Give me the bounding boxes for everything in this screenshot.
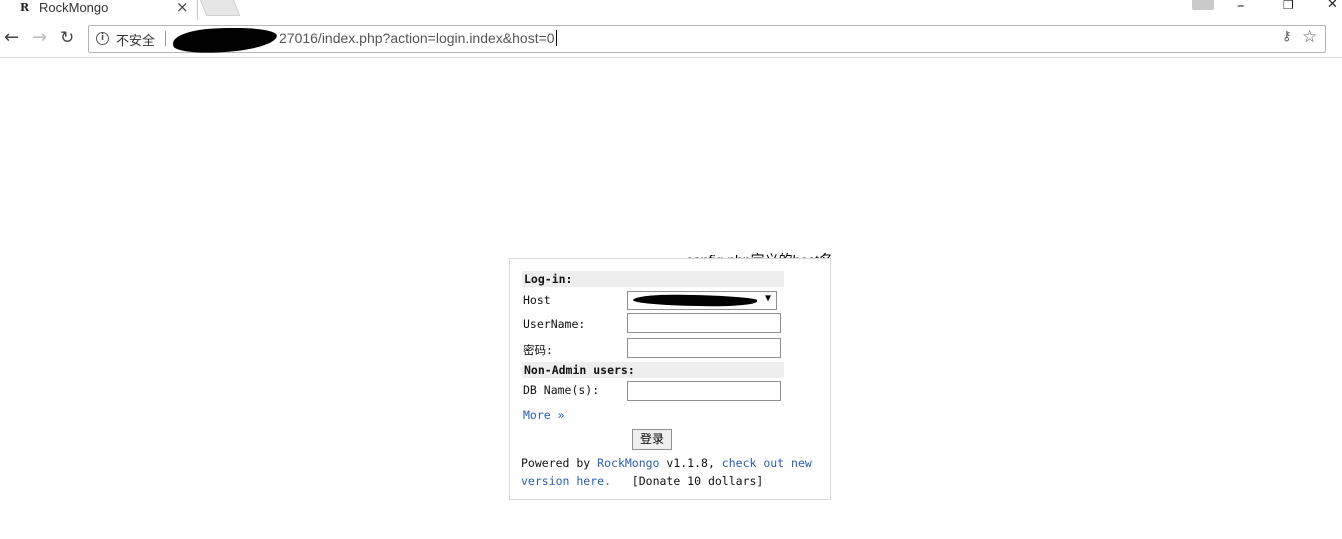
donate-link[interactable]: [Donate 10 dollars] xyxy=(632,474,764,488)
minimize-icon[interactable]: – xyxy=(1237,0,1245,14)
back-arrow-icon[interactable]: ← xyxy=(4,28,19,48)
address-bar[interactable]: i 不安全 27016/index.php?action=login.index… xyxy=(88,25,1326,55)
login-footer: Powered by RockMongo v1.1.8, check out n… xyxy=(521,454,821,490)
new-tab-button[interactable] xyxy=(197,0,241,16)
nonadmin-section-header: Non-Admin users: xyxy=(522,362,784,378)
version-text: v1.1.8, xyxy=(659,456,722,470)
dbname-input[interactable] xyxy=(627,381,781,401)
forward-arrow-icon[interactable]: → xyxy=(32,28,47,48)
tab-favicon: R xyxy=(20,1,30,14)
dropdown-arrow-icon: ▼ xyxy=(764,293,771,304)
url-path: 27016/index.php?action=login.index&host=… xyxy=(279,30,555,46)
password-input[interactable] xyxy=(627,338,781,358)
info-icon[interactable]: i xyxy=(96,32,109,45)
username-input[interactable] xyxy=(627,313,781,333)
tab-title: RockMongo xyxy=(39,0,109,15)
host-select[interactable]: ▼ xyxy=(627,291,777,310)
redacted-host xyxy=(172,25,278,55)
security-label[interactable]: 不安全 xyxy=(116,30,155,49)
star-icon[interactable]: ☆ xyxy=(1302,27,1317,47)
host-label: Host xyxy=(523,293,551,307)
powered-by-text: Powered by xyxy=(521,456,598,470)
text-caret xyxy=(555,30,557,46)
window-close-icon[interactable]: ✕ xyxy=(1327,0,1338,12)
dbname-label: DB Name(s): xyxy=(523,383,600,397)
redacted-host-option xyxy=(632,293,758,308)
tab-close-icon[interactable]: × xyxy=(176,0,189,16)
login-button[interactable]: 登录 xyxy=(632,429,672,450)
password-label: 密码: xyxy=(523,343,553,357)
more-link[interactable]: More » xyxy=(523,408,565,422)
url-text[interactable]: 27016/index.php?action=login.index&host=… xyxy=(279,30,557,46)
login-section-header: Log-in: xyxy=(522,271,784,287)
browser-toolbar: ← → ↻ i 不安全 27016/index.php?action=login… xyxy=(0,20,1342,58)
profile-icon[interactable] xyxy=(1192,0,1214,10)
username-label: UserName: xyxy=(523,317,586,331)
rockmongo-link[interactable]: RockMongo xyxy=(597,456,659,470)
login-form: Log-in: Host ▼ UserName: 密码: Non-Admin u… xyxy=(509,258,831,500)
tab-rockmongo[interactable]: R RockMongo × xyxy=(0,0,198,20)
tab-strip: R RockMongo × – ❐ ✕ xyxy=(0,0,1342,20)
omnibox-divider xyxy=(165,31,166,46)
restore-icon[interactable]: ❐ xyxy=(1283,0,1294,12)
reload-icon[interactable]: ↻ xyxy=(60,28,74,48)
key-icon[interactable]: ⚷ xyxy=(1282,29,1292,44)
